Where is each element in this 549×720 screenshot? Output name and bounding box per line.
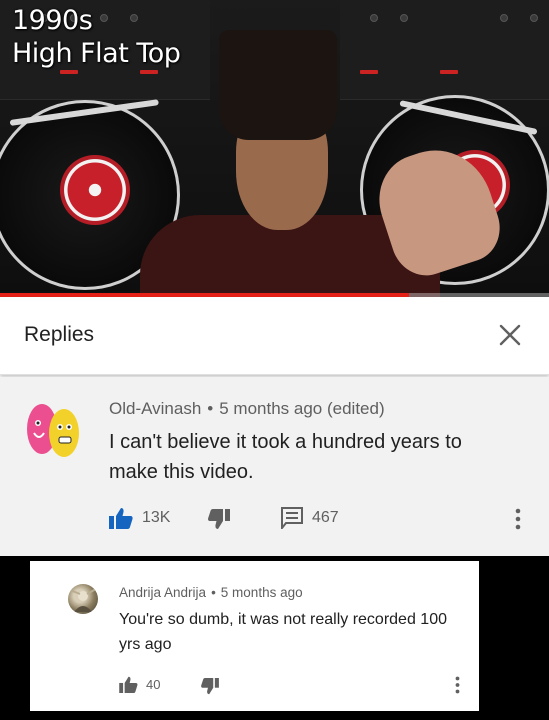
reply-time: 5 months ago xyxy=(220,585,303,600)
comment-actions: 13K 467 xyxy=(109,507,529,531)
like-button[interactable]: 13K xyxy=(109,507,170,529)
comment-icon xyxy=(281,507,303,529)
comment-author[interactable]: Old-Avinash xyxy=(109,399,201,418)
reply-text: You're so dumb, it was not really record… xyxy=(119,611,447,653)
thumbs-up-icon xyxy=(119,676,138,693)
reply-actions: 40 xyxy=(119,676,469,696)
comment-more-button[interactable] xyxy=(515,508,521,535)
meta-separator: • xyxy=(207,399,214,418)
reply-meta: Andrija Andrija • 5 months ago xyxy=(119,585,303,600)
avatar-image xyxy=(27,404,79,457)
reply-more-button[interactable] xyxy=(455,676,460,699)
comment-text: I can't believe it took a hundred years … xyxy=(109,431,462,483)
close-icon xyxy=(499,324,521,346)
record-label-left xyxy=(60,155,130,225)
reply-dislike-button[interactable] xyxy=(201,678,219,695)
reply-like-count: 40 xyxy=(146,677,161,692)
reply-author[interactable]: Andrija Andrija xyxy=(119,585,206,600)
thumbs-down-icon xyxy=(208,509,230,529)
comment-time: 5 months ago (edited) xyxy=(219,399,385,418)
reply-comment: Andrija Andrija • 5 months ago You're so d… xyxy=(30,561,479,711)
replies-header: Replies xyxy=(0,297,549,375)
replies-title: Replies xyxy=(24,323,95,346)
mixer-console-right xyxy=(340,0,549,100)
close-button[interactable] xyxy=(494,319,526,351)
top-comment: Old-Avinash • 5 months ago (edited) I can'… xyxy=(0,377,549,556)
comment-meta: Old-Avinash • 5 months ago (edited) xyxy=(109,399,385,419)
more-vert-icon xyxy=(515,508,521,530)
thumbs-down-icon xyxy=(201,678,219,695)
avatar[interactable] xyxy=(25,401,81,459)
video-title-overlay: 1990s High Flat Top xyxy=(12,4,181,70)
more-vert-icon xyxy=(455,676,460,694)
reply-avatar-image xyxy=(69,588,97,612)
dislike-button[interactable] xyxy=(208,509,230,530)
thumbs-up-icon xyxy=(109,508,133,529)
like-count: 13K xyxy=(142,509,171,526)
reply-avatar[interactable] xyxy=(68,584,98,614)
reply-count: 467 xyxy=(312,509,339,526)
reply-meta-separator: • xyxy=(211,585,216,600)
person-flat-top-hair xyxy=(219,30,337,140)
title-line-1: 1990s xyxy=(12,5,93,36)
video-player[interactable]: 1990s High Flat Top xyxy=(0,0,549,297)
reply-count-button[interactable]: 467 xyxy=(281,507,339,529)
title-line-2: High Flat Top xyxy=(12,38,181,69)
replies-panel: Replies Old-Avinash • 5 months ago (edited… xyxy=(0,297,549,556)
reply-like-button[interactable]: 40 xyxy=(119,676,160,693)
